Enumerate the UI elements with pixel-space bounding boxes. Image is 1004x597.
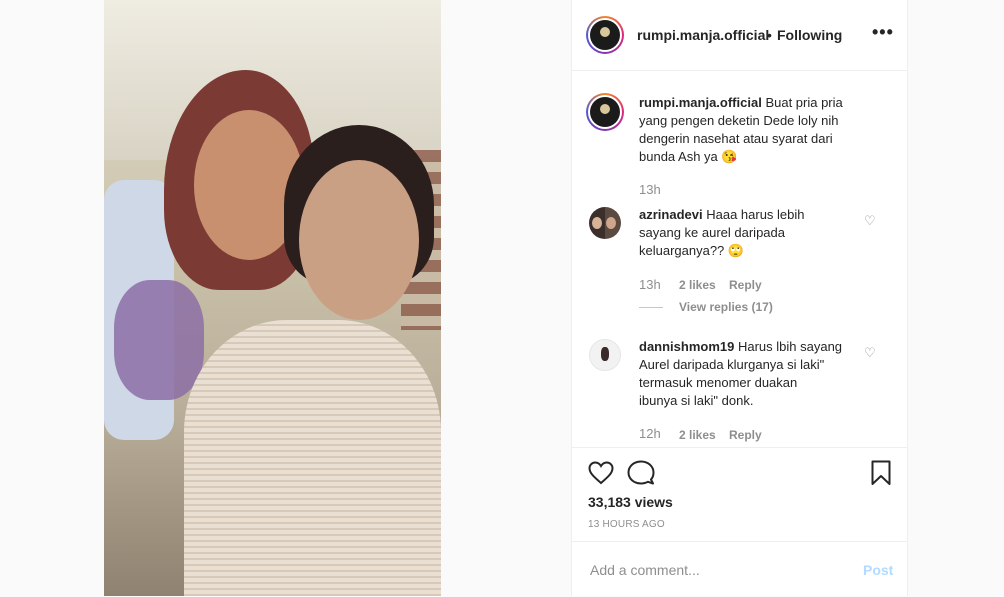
comment-likes[interactable]: 2 likes xyxy=(679,278,716,292)
comment-line: Aurel daripada klurganya si laki" xyxy=(639,357,825,372)
comment-username[interactable]: dannishmom19 xyxy=(639,339,734,354)
comment-reply-button[interactable]: Reply xyxy=(729,278,762,292)
post-timestamp[interactable]: 13 HOURS AGO xyxy=(588,519,665,530)
comment-likes[interactable]: 2 likes xyxy=(679,428,716,442)
caption-line: bunda Ash ya 😘 xyxy=(639,149,738,164)
save-bookmark-icon[interactable] xyxy=(871,460,891,486)
comment-text: dannishmom19 Harus lbih sayang Aurel dar… xyxy=(639,338,859,410)
comment-line: ibunya si laki" donk. xyxy=(639,393,754,408)
comment-time[interactable]: 12h xyxy=(639,426,661,441)
comment-line: termasuk menomer duakan xyxy=(639,375,798,390)
caption-line: Buat pria pria xyxy=(765,95,843,110)
post-comment-button[interactable]: Post xyxy=(863,562,893,578)
comment-reply-button[interactable]: Reply xyxy=(729,428,762,442)
post-video[interactable] xyxy=(104,0,441,596)
header-separator: • xyxy=(767,27,772,43)
video-person-right-face xyxy=(299,160,419,320)
caption-time[interactable]: 13h xyxy=(639,182,661,197)
comment-time[interactable]: 13h xyxy=(639,277,661,292)
post-header: rumpi.manja.official • Following ••• xyxy=(572,0,907,71)
caption-avatar[interactable] xyxy=(586,93,624,131)
comment-bubble-icon[interactable] xyxy=(627,460,655,486)
video-striped-top xyxy=(184,320,441,596)
comment-like-heart-icon[interactable]: ♡ xyxy=(864,213,876,229)
add-comment-bar: Post xyxy=(572,541,907,597)
following-button[interactable]: Following xyxy=(777,27,842,43)
comment-line: sayang ke aurel daripada xyxy=(639,225,785,240)
avatar-image xyxy=(590,97,620,127)
replies-divider xyxy=(639,307,663,308)
comment-line: keluarganya?? 🙄 xyxy=(639,243,745,258)
header-username[interactable]: rumpi.manja.official xyxy=(637,27,769,43)
more-options-icon[interactable]: ••• xyxy=(872,22,894,43)
caption-line: yang pengen deketin Dede loly nih xyxy=(639,113,839,128)
comment-avatar[interactable] xyxy=(589,207,621,239)
comment-line: Haaa harus lebih xyxy=(706,207,805,222)
comment-like-heart-icon[interactable]: ♡ xyxy=(864,345,876,361)
avatar-image xyxy=(590,20,620,50)
view-replies-button[interactable]: View replies (17) xyxy=(679,300,773,314)
comment-avatar[interactable] xyxy=(589,339,621,371)
caption-username[interactable]: rumpi.manja.official xyxy=(639,95,762,110)
views-count[interactable]: 33,183 views xyxy=(588,494,673,510)
post-panel: rumpi.manja.official • Following ••• rum… xyxy=(571,0,908,596)
comment-line: Harus lbih sayang xyxy=(737,339,843,354)
like-heart-icon[interactable] xyxy=(588,461,614,485)
comment-input[interactable] xyxy=(588,559,842,581)
video-purple-hair xyxy=(114,280,204,400)
post-actions: 33,183 views 13 HOURS AGO xyxy=(572,447,907,542)
comment-text: azrinadevi Haaa harus lebih sayang ke au… xyxy=(639,206,854,260)
comment-username[interactable]: azrinadevi xyxy=(639,207,703,222)
caption-line: dengerin nasehat atau syarat dari xyxy=(639,131,833,146)
caption-text: rumpi.manja.official Buat pria pria yang… xyxy=(639,94,889,166)
header-avatar[interactable] xyxy=(586,16,624,54)
comments-section[interactable]: rumpi.manja.official Buat pria pria yang… xyxy=(572,71,907,447)
